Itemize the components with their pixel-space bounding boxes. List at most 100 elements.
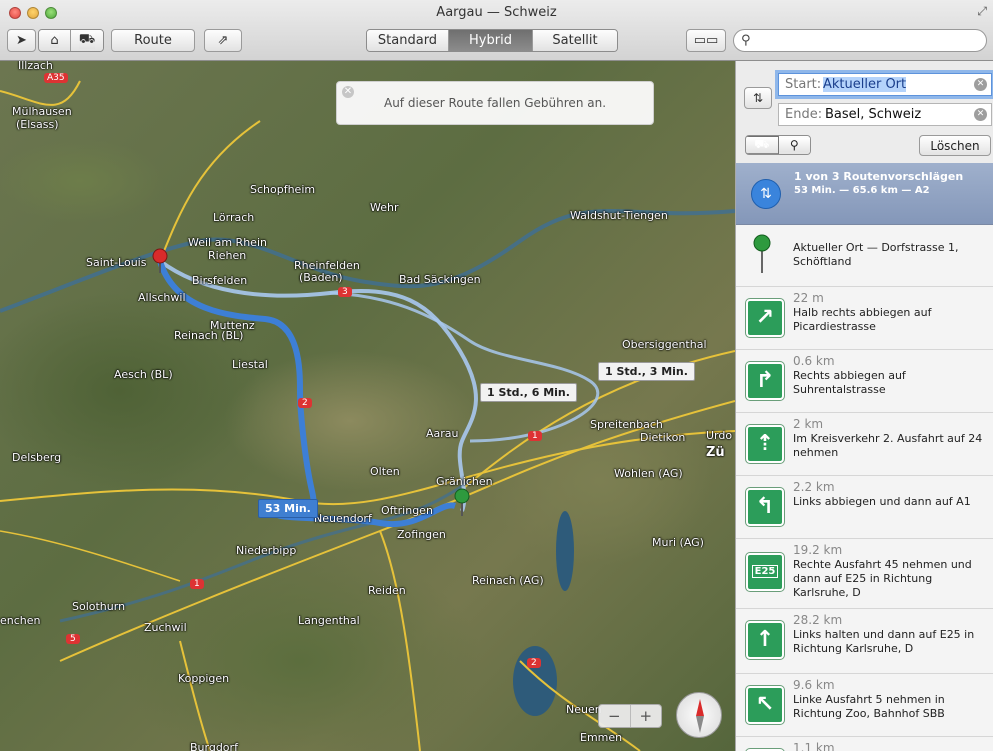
place-label: Obersiggenthal — [622, 338, 707, 351]
step-distance: 9.6 km — [793, 678, 835, 692]
tab-hybrid[interactable]: Hybrid — [449, 30, 533, 51]
keep-left-icon: ↑ — [746, 621, 784, 659]
place-label: Niederbipp — [236, 544, 297, 557]
clear-route-button[interactable]: Löschen — [919, 135, 991, 156]
direction-step[interactable]: ↖ 9.6 km Linke Ausfahrt 5 nehmen in Rich… — [736, 674, 993, 737]
car-icon: ⛟ — [746, 137, 778, 153]
place-label: Zofingen — [397, 528, 446, 541]
start-input[interactable]: Aktueller Ort — [823, 77, 907, 92]
step-text: Linke Ausfahrt 5 nehmen in Richtung Zoo,… — [793, 693, 945, 720]
direction-step[interactable]: ↗ 22 m Halb rechts abbiegen auf Picardie… — [736, 287, 993, 350]
alternate-route-1 — [158, 259, 478, 512]
turn-right-icon: ↱ — [746, 362, 784, 400]
step-text: Links abbiegen und dann auf A1 — [793, 495, 971, 508]
place-label: (Baden) — [299, 271, 343, 284]
place-label: Bad Säckingen — [399, 273, 481, 286]
roundabout-icon: ⇡ — [746, 425, 784, 463]
car-icon: ⛟ — [78, 32, 96, 49]
road-badge: 2 — [298, 398, 312, 408]
exit-left-icon: ↖ — [746, 686, 784, 724]
place-label: Lörrach — [213, 211, 255, 224]
clear-start-icon[interactable]: ✕ — [974, 78, 987, 91]
map-view[interactable]: A35 3 2 1 1 5 2 Illzach Mülhausen (Elsas… — [0, 61, 735, 751]
alternate-route-2 — [329, 291, 600, 443]
zoom-control: − + — [598, 704, 662, 728]
step-text: Rechte Ausfahrt 45 nehmen und dann auf E… — [793, 558, 972, 599]
place-label: Muri (AG) — [652, 536, 704, 549]
route-button[interactable]: Route — [111, 29, 195, 52]
route-summary-detail: 53 Min. — 65.6 km — A2 — [794, 185, 930, 196]
fullscreen-icon[interactable]: ⤢ — [977, 4, 987, 19]
place-label: Reinach (AG) — [472, 574, 544, 587]
map-overlay — [0, 80, 735, 751]
share-button[interactable]: ⇗ — [204, 29, 242, 52]
place-label: Liestal — [232, 358, 268, 371]
step-text: Im Kreisverkehr 2. Ausfahrt auf 24 nehme… — [793, 432, 983, 459]
route-callout-main[interactable]: 53 Min. — [258, 499, 318, 518]
place-label: Spreitenbach — [590, 418, 663, 431]
place-label: Delsberg — [12, 451, 62, 464]
place-label: (Elsass) — [16, 118, 59, 131]
place-label: Illzach — [18, 61, 53, 72]
bear-right-icon: ↗ — [746, 299, 784, 337]
search-field[interactable]: ⚲ — [733, 29, 987, 52]
end-field[interactable]: Ende: Basel, Schweiz ✕ — [778, 103, 992, 126]
road-badge: 1 — [190, 579, 204, 589]
3d-view-button[interactable]: ⌂ — [39, 30, 71, 51]
direction-step[interactable]: ↱ 0.6 km Rechts abbiegen auf Suhrentalst… — [736, 350, 993, 413]
end-label: Ende: — [785, 107, 823, 122]
tab-satellit[interactable]: Satellit — [533, 30, 617, 51]
road-badge: 5 — [66, 634, 80, 644]
place-label: Wohlen (AG) — [614, 467, 683, 480]
place-label: Allschwil — [138, 291, 186, 304]
place-label: Zü — [706, 445, 725, 460]
tab-standard[interactable]: Standard — [367, 30, 449, 51]
clear-end-icon[interactable]: ✕ — [974, 108, 987, 121]
place-label: Olten — [370, 465, 400, 478]
end-input[interactable]: Basel, Schweiz — [825, 107, 921, 122]
lake-hallwil — [556, 511, 574, 591]
directions-sidebar: ⇅ Start: Aktueller Ort ✕ Ende: Basel, Sc… — [735, 61, 993, 751]
place-label: Riehen — [208, 249, 247, 262]
step-distance: 0.6 km — [793, 354, 835, 368]
swap-locations-button[interactable]: ⇅ — [744, 87, 772, 109]
route-callout-alt2[interactable]: 1 Std., 3 Min. — [598, 362, 695, 381]
direction-step[interactable]: ↰ 2.2 km Links abbiegen und dann auf A1 — [736, 476, 993, 539]
direction-step[interactable]: E25 19.2 km Rechte Ausfahrt 45 nehmen un… — [736, 539, 993, 609]
bookmarks-button[interactable]: ▭▭ — [686, 29, 726, 52]
share-icon: ⇗ — [217, 33, 229, 48]
direction-step[interactable]: ⇡ 2 km Im Kreisverkehr 2. Ausfahrt auf 2… — [736, 413, 993, 476]
start-field[interactable]: Start: Aktueller Ort ✕ — [778, 73, 992, 96]
driving-mode-button[interactable]: ⛟ — [746, 136, 779, 154]
compass-icon — [696, 699, 704, 733]
place-label: Dietikon — [640, 431, 686, 444]
place-label: Reinach (BL) — [174, 329, 244, 342]
pedestrian-icon: ⚲ — [778, 138, 810, 152]
place-label: Reiden — [368, 584, 406, 597]
toll-notice-text: Auf dieser Route fallen Gebühren an. — [383, 96, 607, 110]
current-location-button[interactable]: ➤ — [7, 29, 36, 52]
road-shield-label: E25 — [751, 565, 779, 578]
book-icon: ▭▭ — [693, 33, 719, 48]
traffic-button[interactable]: ⛟ — [71, 30, 103, 51]
toll-notice: ✕ Auf dieser Route fallen Gebühren an. — [336, 81, 654, 125]
road — [0, 530, 181, 582]
road — [379, 530, 421, 751]
route-callout-alt1[interactable]: 1 Std., 6 Min. — [480, 383, 577, 402]
route-summary[interactable]: ⇅ 1 von 3 Routenvorschlägen 53 Min. — 65… — [736, 163, 993, 225]
place-label: Koppigen — [178, 672, 230, 685]
road — [0, 80, 81, 106]
zoom-in-button[interactable]: + — [631, 705, 662, 727]
compass-button[interactable] — [676, 692, 722, 738]
place-label: Saint-Louis — [86, 256, 147, 269]
direction-step[interactable]: ↑ 1.1 km — [736, 737, 993, 751]
walking-mode-button[interactable]: ⚲ — [778, 136, 810, 154]
start-location-row[interactable]: Aktueller Ort — Dorfstrasse 1, Schöftlan… — [736, 225, 993, 287]
place-label: Solothurn — [72, 600, 126, 613]
start-label: Start: — [785, 77, 822, 92]
step-text: Rechts abbiegen auf Suhrentalstrasse — [793, 369, 906, 396]
step-text: Links halten und dann auf E25 in Richtun… — [793, 628, 975, 655]
direction-step[interactable]: ↑ 28.2 km Links halten und dann auf E25 … — [736, 609, 993, 674]
lake-sempach — [513, 646, 557, 716]
zoom-out-button[interactable]: − — [599, 705, 631, 727]
